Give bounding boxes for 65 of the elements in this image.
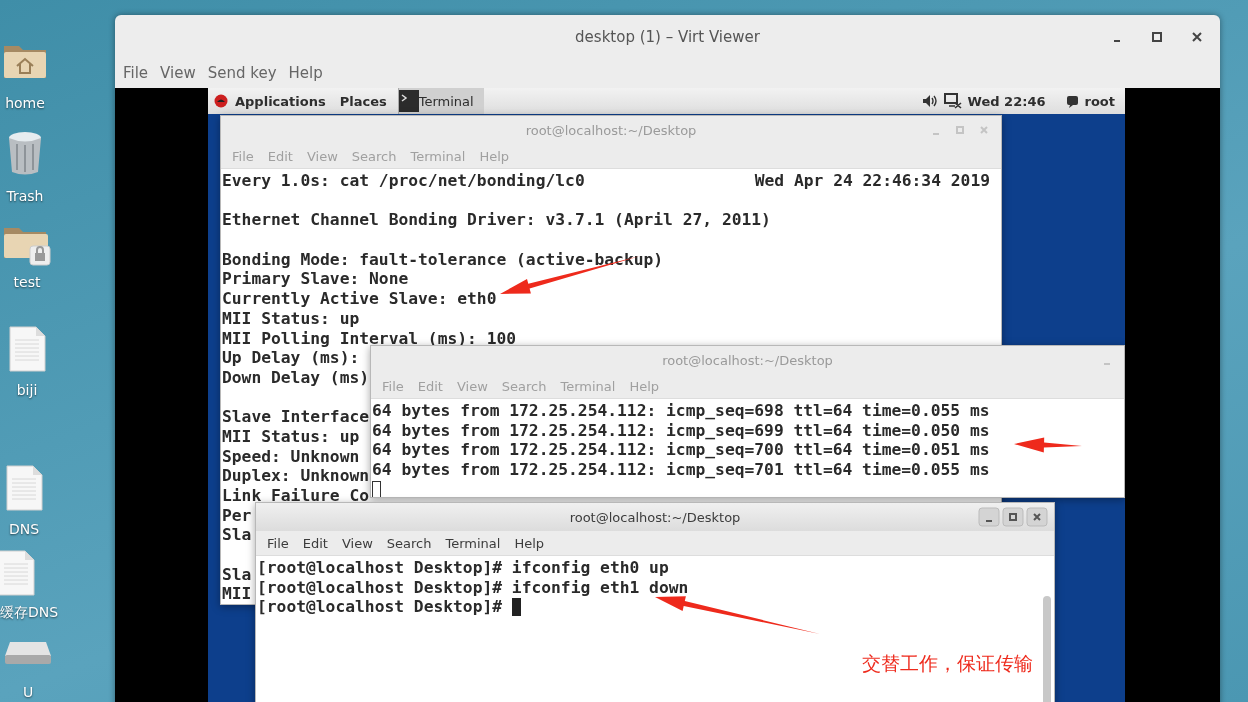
terminal-line: 64 bytes from 172.25.254.112: icmp_seq=700 ttl=64 time=0.051 ms bbox=[372, 440, 990, 461]
window-title: desktop (1) – Virt Viewer bbox=[575, 27, 760, 46]
menu-item[interactable]: View bbox=[154, 64, 202, 82]
icon-label: U bbox=[22, 684, 34, 700]
minimize-icon[interactable] bbox=[978, 507, 1000, 527]
clock[interactable]: Wed 22:46 bbox=[967, 93, 1046, 109]
terminal-line: MII Polling Interval (ms): 100 bbox=[222, 328, 517, 349]
maximize-icon[interactable] bbox=[1002, 507, 1024, 527]
network-icon[interactable] bbox=[943, 93, 962, 109]
terminal-line: MII bbox=[222, 584, 252, 604]
icon-label: home bbox=[5, 95, 45, 111]
terminal-line: Primary Slave: None bbox=[222, 269, 409, 290]
speaker-icon[interactable] bbox=[921, 94, 938, 108]
annotation-note: 交替工作，保证传输 bbox=[862, 651, 1033, 676]
document-icon[interactable] bbox=[8, 326, 46, 372]
terminal-line: Duplex: Unknown bbox=[222, 466, 370, 486]
document-icon[interactable] bbox=[5, 465, 43, 511]
applications-menu[interactable]: Applications bbox=[228, 93, 333, 109]
terminal-line: Every 1.0s: cat /proc/net/bonding/lc0 bbox=[222, 171, 585, 191]
menu-item[interactable]: Edit bbox=[295, 535, 335, 551]
window-title: root@localhost:~/Desktop bbox=[525, 122, 697, 138]
terminal-line: Slave Interface bbox=[222, 407, 370, 427]
icon-label: Trash bbox=[6, 188, 44, 204]
icon-label: biji bbox=[16, 382, 38, 398]
terminal-line: MII Status: up bbox=[222, 426, 360, 447]
terminal-line: Bonding Mode: fault-tolerance (active-backup) bbox=[222, 249, 664, 270]
document-icon[interactable] bbox=[0, 550, 35, 596]
places-menu[interactable]: Places bbox=[332, 93, 394, 109]
terminal-line: [root@localhost Desktop]# ifconfig eth0 up bbox=[257, 558, 669, 578]
menu-item[interactable]: Send key bbox=[201, 64, 283, 82]
icon-label: 缓存DNS bbox=[0, 604, 59, 620]
terminal-clock: Wed Apr 24 22:46:34 2019 bbox=[754, 171, 991, 191]
hat-logo-icon[interactable] bbox=[214, 94, 228, 108]
terminal-line: [root@localhost Desktop]# ifconfig eth1 down bbox=[257, 577, 689, 598]
terminal-line: Currently Active Slave: eth0 bbox=[222, 289, 497, 309]
terminal-line: 64 bytes from 172.25.254.112: icmp_seq=698 ttl=64 time=0.055 ms bbox=[372, 401, 990, 421]
terminal-line: Down Delay (ms) bbox=[222, 367, 370, 388]
terminal-line: Speed: Unknown bbox=[222, 446, 360, 467]
terminal-line: 64 bytes from 172.25.254.112: icmp_seq=699 ttl=64 time=0.050 ms bbox=[372, 420, 990, 441]
terminal-line: 64 bytes from 172.25.254.112: icmp_seq=701 ttl=64 time=0.055 ms bbox=[372, 460, 990, 480]
menu-item[interactable]: Help bbox=[282, 64, 329, 82]
menu-item[interactable]: File bbox=[260, 535, 296, 551]
window-title: root@localhost:~/Desktop bbox=[569, 509, 741, 525]
icon-label: test bbox=[13, 274, 41, 290]
user-icon[interactable] bbox=[1065, 94, 1079, 108]
icon-label: DNS bbox=[8, 521, 40, 537]
terminal-line: Ethernet Channel Bonding Driver: v3.7.1 (April 27, 2011) bbox=[222, 210, 771, 231]
terminal-icon bbox=[398, 90, 419, 112]
taskbar-button[interactable]: Terminal bbox=[397, 88, 484, 114]
terminal-line: Sla bbox=[222, 525, 252, 546]
menu-item[interactable]: Terminal bbox=[438, 535, 508, 551]
terminal-line: Per bbox=[222, 505, 252, 526]
terminal-line: Sla bbox=[222, 564, 252, 585]
user-menu[interactable]: root bbox=[1084, 93, 1115, 109]
close-icon[interactable] bbox=[1026, 507, 1048, 527]
menu-item[interactable]: Help bbox=[507, 535, 552, 551]
menu-item[interactable]: Search bbox=[379, 535, 439, 551]
terminal-line: Up Delay (ms): bbox=[222, 348, 360, 368]
drive-icon[interactable] bbox=[4, 640, 52, 666]
terminal-line: MII Status: up bbox=[222, 308, 360, 329]
menu-item[interactable]: View bbox=[334, 535, 380, 551]
terminal-line: [root@localhost Desktop]# bbox=[257, 597, 504, 618]
window-title: root@localhost:~/Desktop bbox=[662, 352, 833, 368]
terminal-line: Link Failure Co bbox=[222, 486, 370, 506]
menu-item[interactable]: File bbox=[117, 64, 155, 82]
